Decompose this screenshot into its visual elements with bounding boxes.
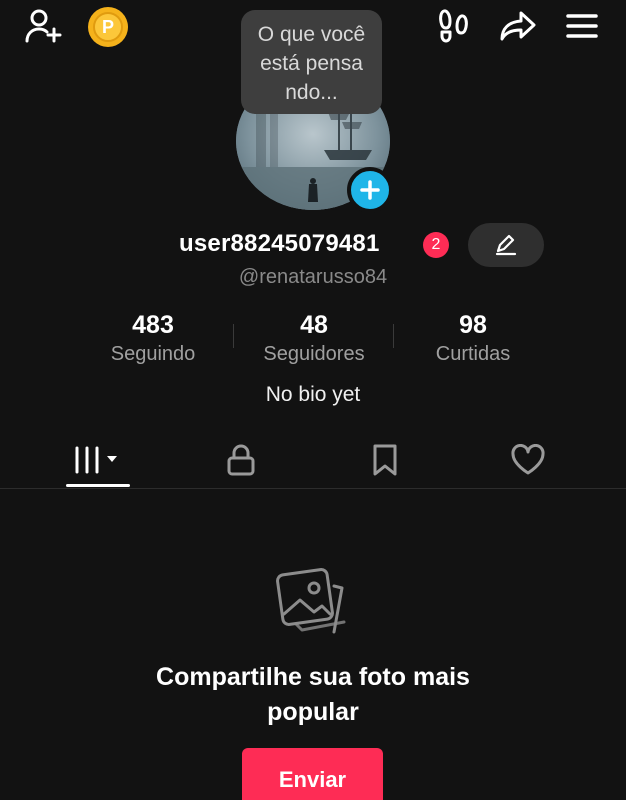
bookmark-icon (373, 444, 397, 476)
status-bubble[interactable]: O que você está pensa ndo... (241, 10, 382, 114)
coins-button[interactable]: P (88, 7, 128, 47)
heart-icon (511, 444, 545, 475)
add-avatar-button[interactable] (347, 167, 393, 213)
lock-icon (227, 444, 255, 476)
photos-icon (276, 568, 350, 640)
status-bubble-line: está pensa (260, 52, 363, 75)
notification-badge[interactable]: 2 (423, 232, 449, 258)
grid-icon (75, 446, 117, 474)
tab-liked[interactable] (483, 432, 573, 488)
coin-icon: P (93, 12, 123, 42)
stat-followers[interactable]: 48 Seguidores (229, 310, 399, 368)
stat-likes[interactable]: 98 Curtidas (388, 310, 558, 368)
stat-value: 483 (132, 311, 174, 339)
stat-value: 98 (459, 311, 487, 339)
upload-button[interactable]: Enviar (242, 748, 383, 800)
hamburger-menu-icon (566, 14, 598, 38)
bio-text[interactable]: No bio yet (0, 383, 626, 407)
stat-following[interactable]: 483 Seguindo (68, 310, 238, 368)
empty-state-title: Compartilhe sua foto mais popular (156, 663, 470, 726)
profile-views-button[interactable] (432, 6, 476, 46)
stat-label: Curtidas (435, 343, 511, 365)
tab-videos[interactable] (53, 432, 143, 488)
share-profile-button[interactable] (496, 6, 540, 46)
user-handle: @renatarusso84 (238, 266, 388, 288)
tab-private[interactable] (196, 432, 286, 488)
stat-label: Seguidores (263, 343, 365, 365)
share-arrow-icon (500, 11, 536, 41)
plus-icon (360, 180, 380, 200)
stat-value: 48 (300, 311, 328, 339)
pencil-icon (495, 234, 517, 256)
active-tab-indicator (66, 484, 130, 487)
footprints-icon (439, 9, 468, 43)
username: user88245079481 (179, 230, 380, 257)
edit-profile-button[interactable] (468, 223, 544, 267)
add-friend-button[interactable] (22, 6, 66, 46)
status-bubble-line: ndo... (285, 81, 338, 104)
tab-saved[interactable] (340, 432, 430, 488)
add-person-icon (25, 9, 62, 43)
stat-label: Seguindo (110, 343, 196, 365)
tabs-divider (0, 488, 626, 489)
menu-button[interactable] (560, 6, 604, 46)
status-bubble-line: O que você (257, 23, 366, 46)
